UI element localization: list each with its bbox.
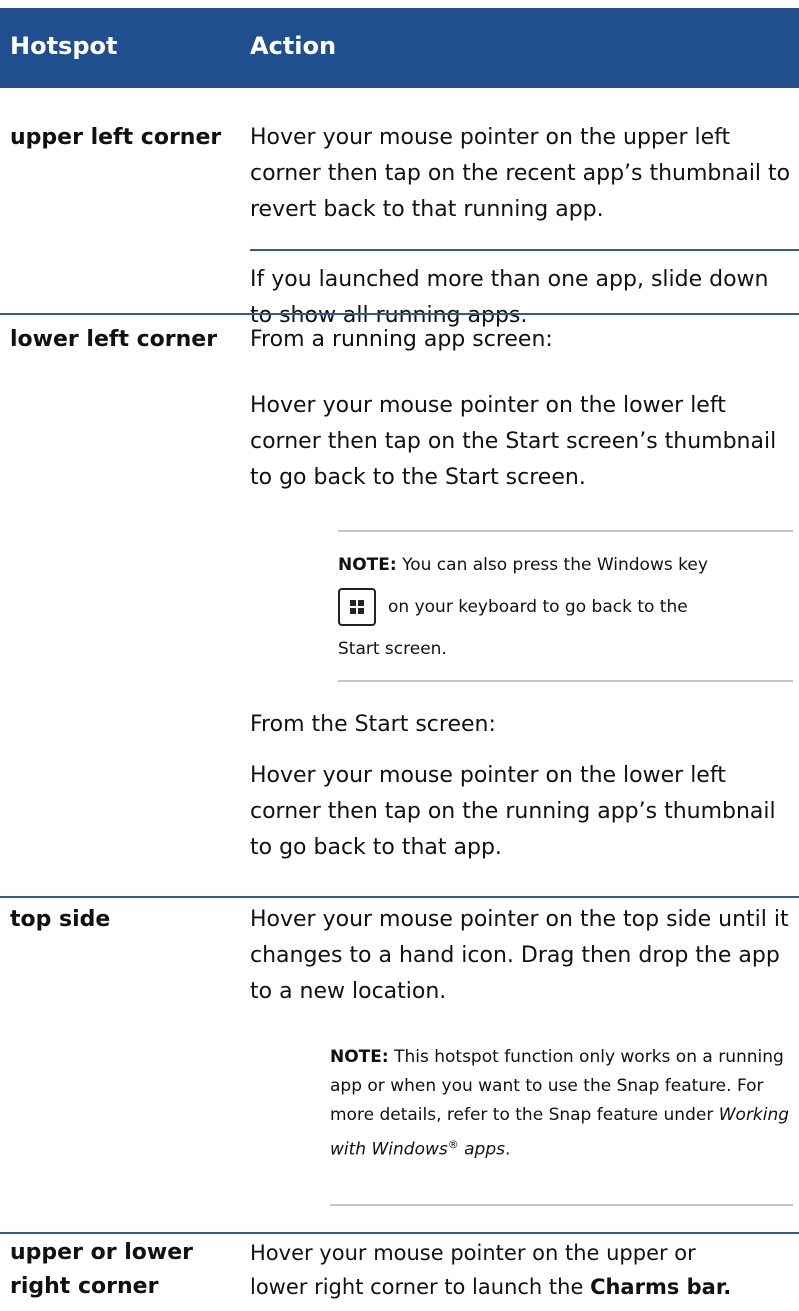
- header-action: Action: [250, 32, 337, 60]
- hotspot-lower-left: lower left corner: [10, 327, 218, 352]
- charms-bar-term: Charms bar.: [590, 1275, 732, 1299]
- header-hotspot: Hotspot: [10, 32, 118, 60]
- hotspot-upper-left: upper left corner: [10, 125, 222, 150]
- hotspot-top-side: top side: [10, 907, 111, 932]
- note-label: NOTE:: [338, 555, 397, 575]
- note-text: This hotspot function only works on a ru…: [330, 1047, 784, 1125]
- note-windows-key: NOTE: You can also press the Windows key…: [338, 550, 793, 664]
- note-text: .: [505, 1139, 511, 1160]
- table-header: Hotspot Action: [0, 8, 799, 88]
- note-text: on your keyboard to go back to the: [388, 597, 688, 617]
- windows-key-icon: [338, 588, 376, 626]
- action-line: Hover your mouse pointer on the upper or: [250, 1241, 696, 1265]
- row-divider: [250, 249, 799, 251]
- row-divider: [0, 1232, 799, 1234]
- note-text: You can also press the Windows key: [402, 555, 708, 575]
- action-paragraph: Hover your mouse pointer on the top side…: [250, 907, 789, 1004]
- action-line: lower right corner to launch the Charms …: [250, 1270, 795, 1304]
- action-paragraph: Hover your mouse pointer on the lower le…: [250, 763, 776, 860]
- action-paragraph: Hover your mouse pointer on the lower le…: [250, 393, 777, 490]
- note-text: Start screen.: [338, 639, 447, 659]
- action-paragraph: Hover your mouse pointer on the upper le…: [250, 125, 791, 222]
- row-divider: [0, 313, 799, 315]
- note-bottom-rule: [338, 680, 793, 682]
- hotspot-table: Hotspot Action upper left corner Hover y…: [0, 0, 799, 1311]
- hotspot-line: right corner: [10, 1274, 159, 1299]
- row-divider: [0, 896, 799, 898]
- note-label: NOTE:: [330, 1047, 389, 1067]
- hotspot-line: upper or lower: [10, 1240, 193, 1265]
- action-text: lower right corner to launch the: [250, 1275, 584, 1299]
- note-top-side: NOTE: This hotspot function only works o…: [330, 1043, 790, 1165]
- note-link-text: apps: [464, 1139, 505, 1160]
- action-paragraph: Hover your mouse pointer on the upper or…: [250, 1236, 795, 1304]
- action-paragraph: From the Start screen:: [250, 712, 496, 737]
- note-top-rule: [338, 530, 793, 532]
- note-bottom-rule: [330, 1204, 793, 1206]
- registered-mark: ®: [447, 1138, 459, 1151]
- hotspot-right-corner: upper or lower right corner: [10, 1236, 193, 1304]
- action-paragraph: From a running app screen:: [250, 327, 553, 352]
